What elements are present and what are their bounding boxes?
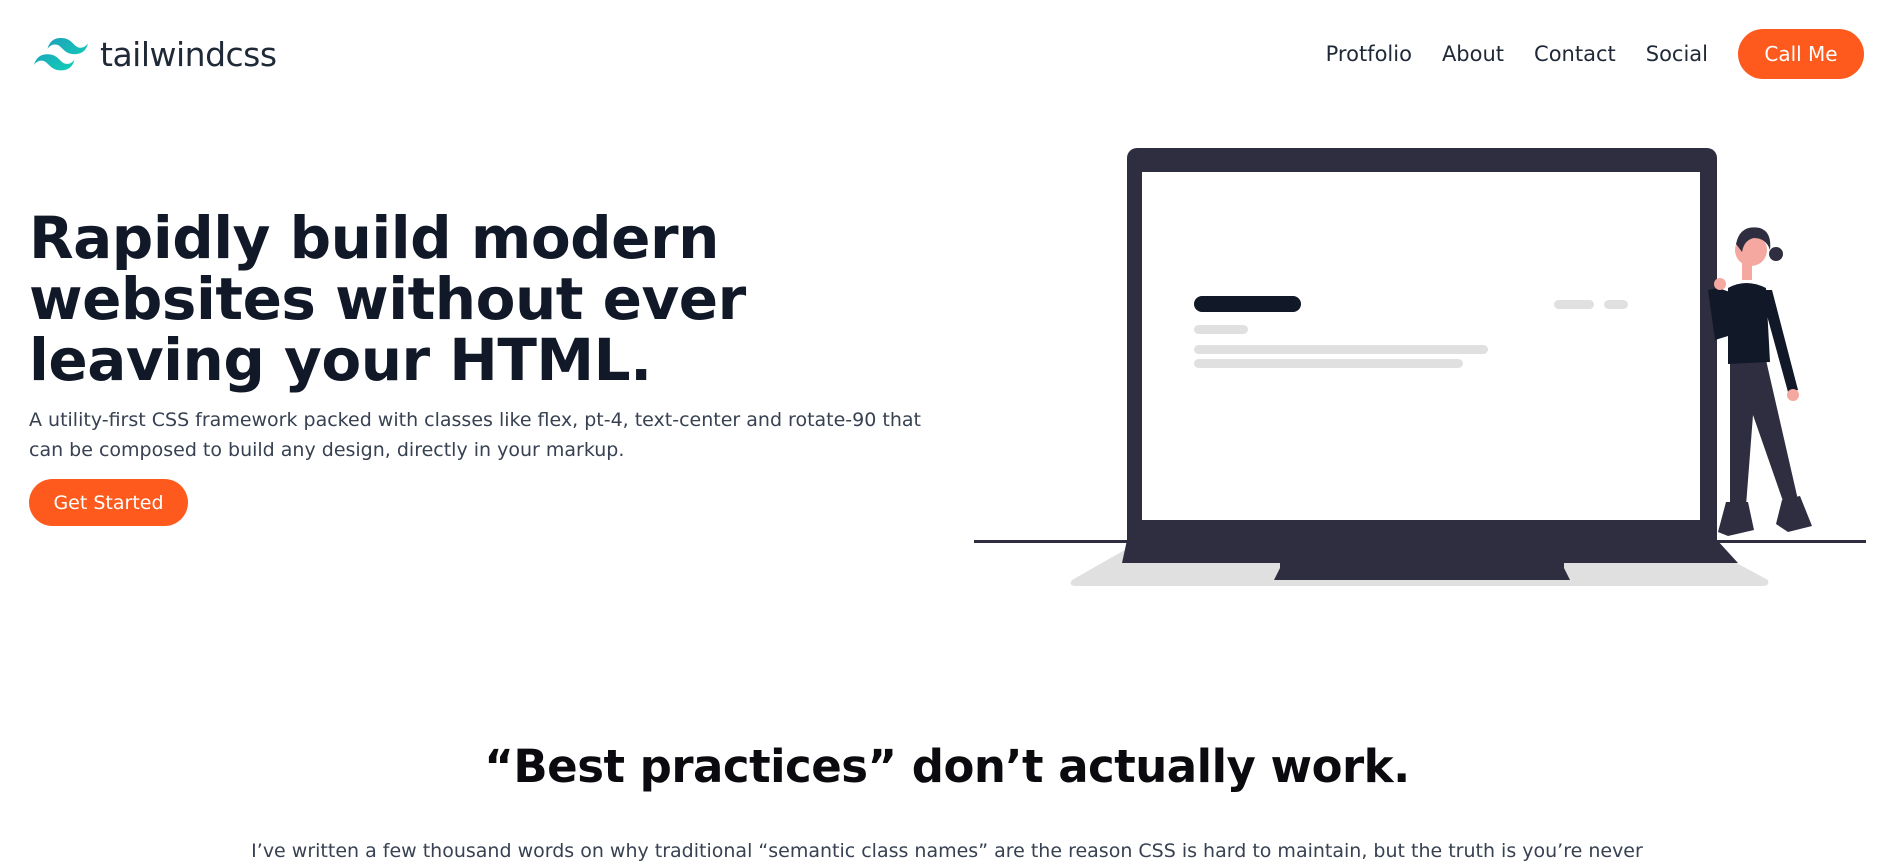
brand-logo[interactable]: tailwindcss — [34, 35, 277, 74]
screen-nav-pill — [1554, 300, 1594, 309]
nav-link-about[interactable]: About — [1442, 42, 1504, 66]
laptop-stand — [1274, 563, 1570, 580]
screen-heading-bar — [1194, 296, 1301, 312]
call-me-button[interactable]: Call Me — [1738, 29, 1864, 79]
laptop-hinge — [1142, 539, 1700, 541]
page: tailwindcss Protfolio About Contact Soci… — [0, 0, 1894, 861]
screen-line — [1194, 359, 1463, 368]
screen-line — [1194, 325, 1248, 334]
person-with-laptop-illustration — [974, 148, 1866, 586]
laptop-keyboard-base — [1122, 520, 1738, 563]
nav-link-contact[interactable]: Contact — [1534, 42, 1616, 66]
hero-description: A utility-first CSS framework packed wit… — [29, 409, 921, 461]
brand-name: tailwindcss — [100, 34, 277, 74]
section-text: I’ve written a few thousand words on why… — [251, 840, 1643, 861]
best-practices-section: “Best practices” don’t actually work. I’… — [0, 740, 1894, 861]
hero-section: Rapidly build modern websites without ev… — [29, 208, 969, 526]
screen-line — [1194, 345, 1488, 354]
main-nav: Protfolio About Contact Social Call Me — [1326, 29, 1864, 79]
screen-nav-pill — [1604, 300, 1628, 309]
person-figure — [1708, 227, 1812, 536]
get-started-button[interactable]: Get Started — [29, 479, 188, 526]
nav-link-social[interactable]: Social — [1646, 42, 1708, 66]
hero-title: Rapidly build modern websites without ev… — [29, 204, 746, 394]
section-title: “Best practices” don’t actually work. — [484, 740, 1410, 793]
nav-link-portfolio[interactable]: Protfolio — [1326, 42, 1412, 66]
site-header: tailwindcss Protfolio About Contact Soci… — [0, 0, 1894, 108]
tailwind-wave-icon — [34, 38, 88, 71]
